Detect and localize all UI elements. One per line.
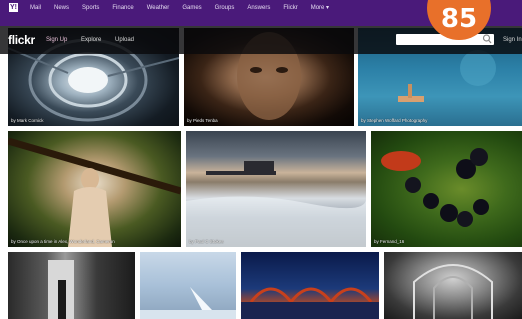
photo-tile[interactable]: by Fernand_16 <box>371 131 522 247</box>
photo-cathedral <box>413 264 493 319</box>
photo-tile[interactable] <box>384 252 522 319</box>
page-number: 85 <box>440 4 478 34</box>
explore-link[interactable]: Explore <box>81 37 101 43</box>
photo-caption: by Paul C Stokes <box>189 239 224 244</box>
yahoo-link-games[interactable]: Games <box>182 2 201 14</box>
photo-airplane <box>140 287 236 319</box>
photo-caption: by Pieds Tenba <box>187 118 218 123</box>
search-icon[interactable] <box>482 33 492 45</box>
photo-tile[interactable] <box>241 252 379 319</box>
photo-tile[interactable] <box>140 252 236 319</box>
yahoo-link-news[interactable]: News <box>54 2 69 14</box>
photo-caption: by Stephen Woffard Photography <box>361 118 428 123</box>
photo-tile[interactable]: by Once upon a time in Alex, Wonderland,… <box>8 131 181 247</box>
photo-caption: by Once upon a time in Alex, Wonderland,… <box>11 239 115 244</box>
photo-caption: by Fernand_16 <box>374 239 405 244</box>
yahoo-logo-icon[interactable]: Y! <box>9 3 18 12</box>
upload-link[interactable]: Upload <box>115 37 134 43</box>
yahoo-link-flickr[interactable]: Flickr <box>283 2 297 14</box>
yahoo-link-more[interactable]: More ▾ <box>311 2 329 14</box>
photo-berries <box>381 148 489 227</box>
signin-link[interactable]: Sign In <box>503 37 522 43</box>
yahoo-link-answers[interactable]: Answers <box>247 2 270 14</box>
yahoo-link-mail[interactable]: Mail <box>30 2 41 14</box>
yahoo-link-sports[interactable]: Sports <box>82 2 99 14</box>
photo-pier-seascape <box>186 161 366 247</box>
yahoo-link-weather[interactable]: Weather <box>147 2 170 14</box>
signup-link[interactable]: Sign Up <box>46 37 67 43</box>
yahoo-link-finance[interactable]: Finance <box>112 2 133 14</box>
photo-doorway <box>48 260 74 319</box>
photo-caption: by Mark Cornick <box>11 118 44 123</box>
photo-bridge <box>241 287 379 319</box>
yahoo-links: Mail News Sports Finance Weather Games G… <box>30 2 342 14</box>
photo-tile[interactable]: by Paul C Stokes <box>186 131 366 247</box>
photo-tile[interactable] <box>8 252 135 319</box>
photo-woman-forest <box>8 137 181 247</box>
yahoo-link-groups[interactable]: Groups <box>215 2 235 14</box>
flickr-logo[interactable]: flickr <box>8 33 35 47</box>
